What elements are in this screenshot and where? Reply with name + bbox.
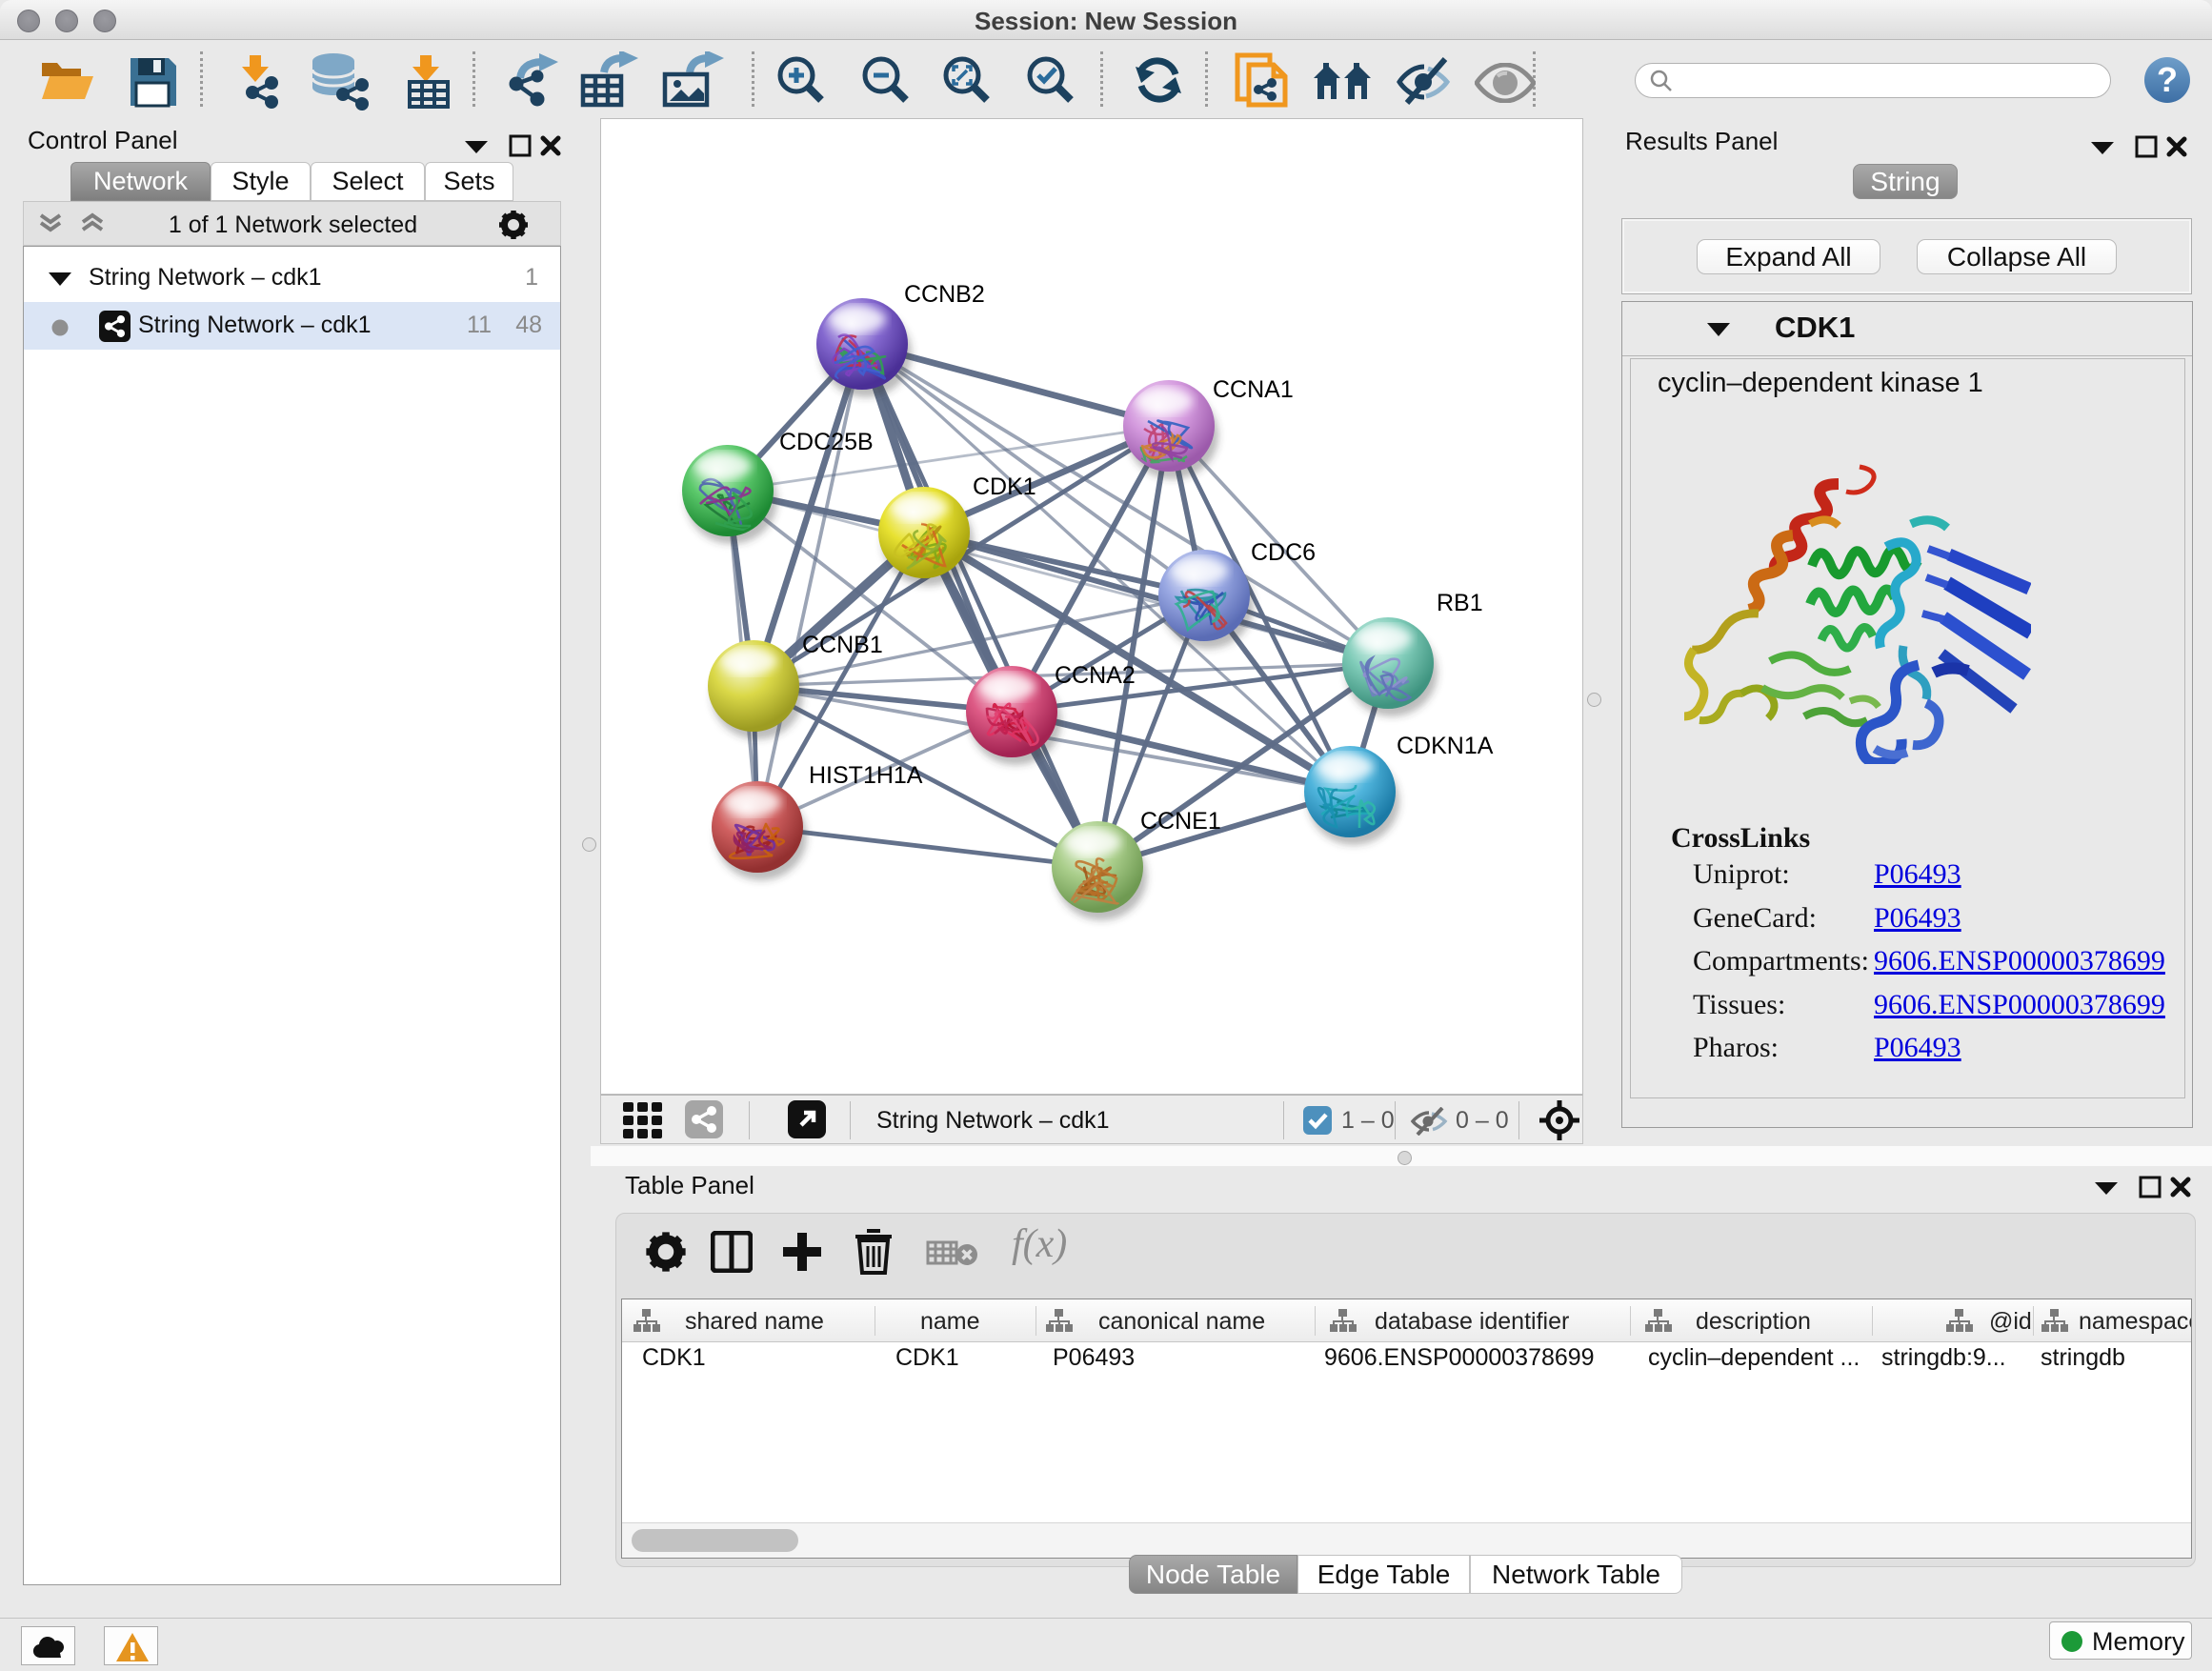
svg-text:CDK1: CDK1 — [973, 473, 1036, 500]
svg-text:CDKN1A: CDKN1A — [1397, 733, 1494, 759]
svg-text:HIST1H1A: HIST1H1A — [809, 762, 923, 789]
svg-text:RB1: RB1 — [1437, 590, 1483, 616]
svg-text:CDC25B: CDC25B — [779, 429, 874, 455]
svg-text:CCNB2: CCNB2 — [904, 281, 985, 308]
svg-text:CCNE1: CCNE1 — [1140, 808, 1221, 835]
svg-text:CDC6: CDC6 — [1251, 539, 1316, 566]
svg-text:CCNA2: CCNA2 — [1055, 662, 1136, 689]
svg-text:CCNA1: CCNA1 — [1213, 376, 1294, 403]
svg-text:CCNB1: CCNB1 — [802, 632, 883, 658]
